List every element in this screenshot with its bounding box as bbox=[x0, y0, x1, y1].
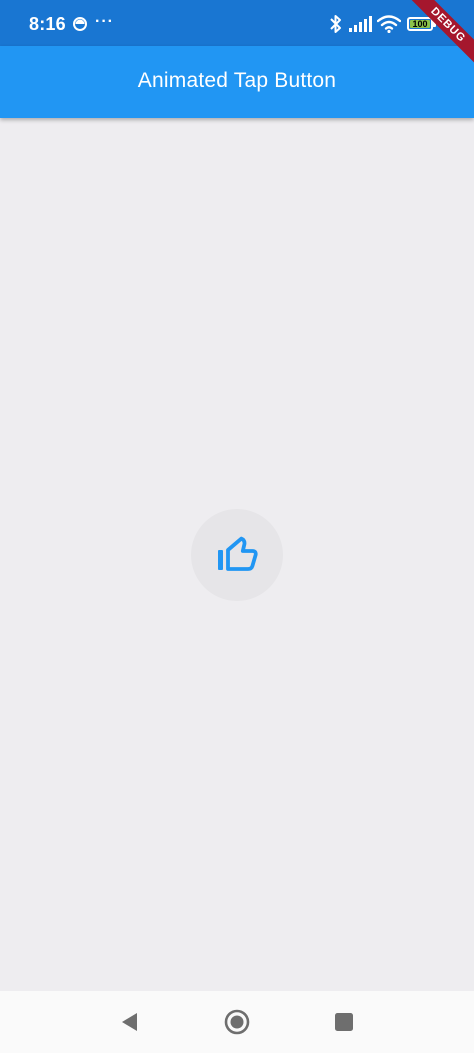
recents-button[interactable] bbox=[331, 1009, 357, 1035]
battery-level: 100 bbox=[412, 19, 428, 29]
signal-icon bbox=[348, 15, 372, 38]
bluetooth-icon bbox=[329, 14, 343, 39]
more-notifications-indicator: ··· bbox=[95, 13, 114, 30]
status-bar: 8:16 ··· 100 bbox=[0, 0, 474, 46]
notification-icon bbox=[72, 16, 88, 37]
app-bar: Animated Tap Button bbox=[0, 46, 474, 118]
home-button[interactable] bbox=[224, 1009, 250, 1035]
back-icon bbox=[119, 1011, 141, 1033]
animated-tap-button[interactable] bbox=[191, 509, 283, 601]
wifi-icon bbox=[376, 15, 402, 38]
status-time: 8:16 bbox=[29, 14, 66, 34]
recents-icon bbox=[333, 1011, 355, 1033]
page-title: Animated Tap Button bbox=[137, 69, 337, 92]
home-icon bbox=[224, 1009, 250, 1035]
app-screen: 8:16 ··· 100 DEBUG Animated Tap Button bbox=[0, 0, 474, 1053]
thumb-up-icon bbox=[216, 535, 258, 575]
battery-icon: 100 bbox=[407, 17, 433, 31]
back-button[interactable] bbox=[117, 1009, 143, 1035]
system-navigation-bar bbox=[0, 991, 474, 1053]
